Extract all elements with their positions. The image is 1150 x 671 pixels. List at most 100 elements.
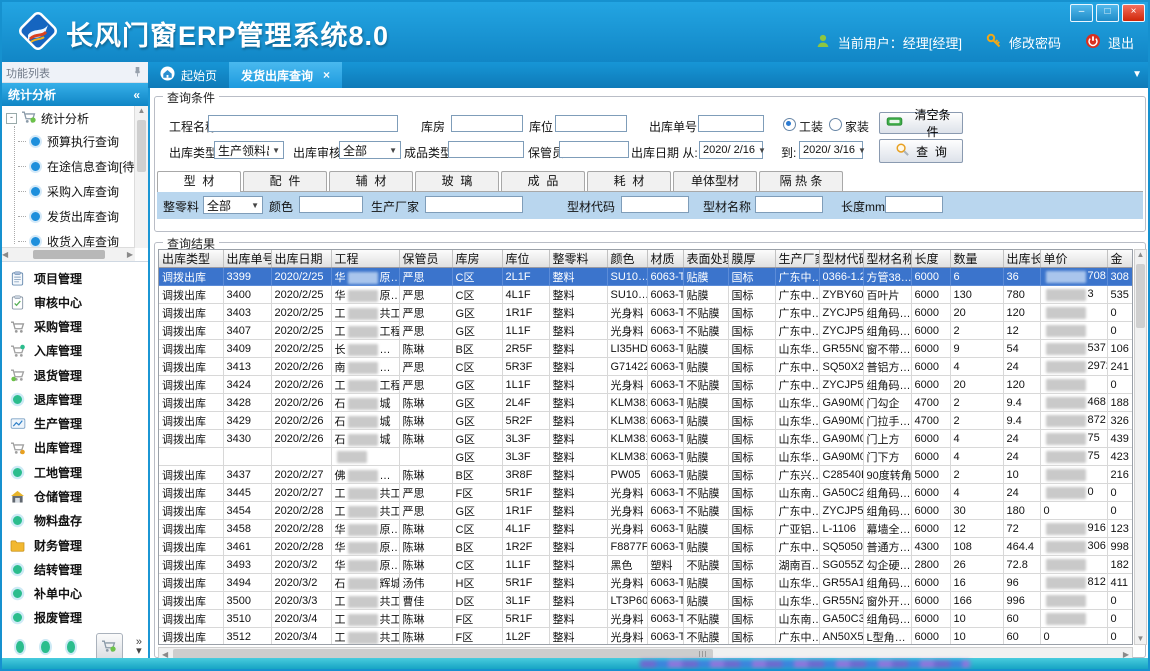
warehouse-input[interactable]: [451, 115, 523, 132]
table-row[interactable]: 调拨出库34372020/2/27佛…陈琳B区3R8F整料PW056063-T5…: [159, 466, 1133, 484]
order-no-input[interactable]: [698, 115, 764, 132]
sidebar-item[interactable]: 工地管理: [0, 461, 148, 483]
sidebar-item[interactable]: 出库管理: [0, 437, 148, 459]
radio-jiazhuang-label[interactable]: 家装: [845, 118, 869, 135]
sidebar-item[interactable]: 生产管理: [0, 413, 148, 435]
material-tab[interactable]: 耗 材: [587, 171, 671, 191]
column-header[interactable]: 数量: [950, 250, 1003, 268]
sidebar-item[interactable]: 入库管理: [0, 340, 148, 362]
grid-vertical-scrollbar[interactable]: ▲▼: [1134, 249, 1147, 645]
whole-part-combo[interactable]: 全部▼: [203, 196, 263, 214]
audit-combo[interactable]: 全部▼: [339, 141, 401, 159]
collapsed-item-dot-icon[interactable]: [39, 639, 51, 655]
table-row[interactable]: 调拨出库34612020/2/28华原…陈琳B区1R2F整料F8877FT606…: [159, 538, 1133, 556]
sidebar-item[interactable]: 物料盘存: [0, 510, 148, 532]
table-row[interactable]: 调拨出库34032020/2/25工共工程严思G区1R1F整料光身料6063-T…: [159, 304, 1133, 322]
table-row[interactable]: 调拨出库34302020/2/26石城陈琳G区3L3F整料KLM38176063…: [159, 430, 1133, 448]
table-row[interactable]: 调拨出库35002020/3/3工共工程曹佳D区3L1F整料LT3P606063…: [159, 592, 1133, 610]
change-password-link[interactable]: 修改密码: [1009, 33, 1061, 52]
collapsed-item-dot-icon[interactable]: [14, 639, 26, 655]
table-row[interactable]: 调拨出库34242020/2/26工工程严思G区1L1F整料光身料6063-T5…: [159, 376, 1133, 394]
sidebar-item[interactable]: 采购管理: [0, 316, 148, 338]
table-row[interactable]: 调拨出库34132020/2/26南…严思C区5R3F整料G714226063-…: [159, 358, 1133, 376]
color-input[interactable]: [299, 196, 363, 213]
column-header[interactable]: 膜厚: [728, 250, 775, 268]
column-header[interactable]: 型材代码: [819, 250, 863, 268]
table-row[interactable]: 调拨出库34072020/2/25工工程严思G区1L1F整料光身料6063-T5…: [159, 322, 1133, 340]
table-row[interactable]: 调拨出库34932020/3/2华原…陈琳C区1L1F整料黑色塑料不贴膜国标湖南…: [159, 556, 1133, 574]
column-header[interactable]: 颜色: [607, 250, 647, 268]
material-tab[interactable]: 成 品: [501, 171, 585, 191]
cart-tool-button[interactable]: [96, 633, 123, 661]
sidebar-item[interactable]: 退货管理: [0, 364, 148, 386]
tab-shipment-outbound-query[interactable]: 发货出库查询 ×: [229, 62, 342, 88]
sidebar-item[interactable]: 补单中心: [0, 583, 148, 605]
sidebar-item[interactable]: 结转管理: [0, 558, 148, 580]
radio-gongzhuang[interactable]: [783, 118, 796, 131]
table-row[interactable]: 调拨出库34092020/2/25长…陈琳B区2R5F整料LI35HD6063-…: [159, 340, 1133, 358]
column-header[interactable]: 单价: [1040, 250, 1107, 268]
material-tab[interactable]: 型 材: [157, 171, 241, 192]
column-header[interactable]: 生产厂家: [775, 250, 819, 268]
table-row[interactable]: 调拨出库35122020/3/4工共工程陈琳F区1L2F整料光身料6063-T5…: [159, 628, 1133, 646]
sidebar-item[interactable]: 仓储管理: [0, 486, 148, 508]
tree-item[interactable]: 在途信息查询[待: [0, 154, 135, 179]
tree-vertical-scrollbar[interactable]: ▲: [134, 106, 148, 248]
table-row[interactable]: 调拨出库34282020/2/26石城陈琳G区2L4F整料KLM38176063…: [159, 394, 1133, 412]
keeper-input[interactable]: [559, 141, 629, 158]
tree-item[interactable]: 采购入库查询: [0, 179, 135, 204]
column-header[interactable]: 金: [1107, 250, 1133, 268]
table-row[interactable]: 调拨出库34582020/2/28华原…陈琳C区4L1F整料光身料6063-T5…: [159, 520, 1133, 538]
collapse-icon[interactable]: «: [133, 88, 140, 102]
close-icon[interactable]: ×: [1122, 4, 1145, 22]
tree-item[interactable]: 发货出库查询: [0, 204, 135, 229]
sidebar-item[interactable]: 报废管理: [0, 607, 148, 629]
column-header[interactable]: 型材名称: [863, 250, 911, 268]
column-header[interactable]: 库房: [452, 250, 502, 268]
column-header[interactable]: 出库单号: [223, 250, 271, 268]
column-header[interactable]: 工程: [331, 250, 399, 268]
column-header[interactable]: 出库类型: [159, 250, 223, 268]
sidebar-item[interactable]: 项目管理: [0, 267, 148, 289]
minimize-icon[interactable]: –: [1070, 4, 1093, 22]
column-header[interactable]: 出库长度: [1003, 250, 1040, 268]
pin-icon[interactable]: [133, 66, 142, 80]
table-row[interactable]: 调拨出库34942020/3/2石辉城汤伟H区5R1F整料光身料6063-T5贴…: [159, 574, 1133, 592]
tree-item[interactable]: 预算执行查询: [0, 129, 135, 154]
material-tab[interactable]: 隔 热 条: [759, 171, 843, 191]
location-input[interactable]: [555, 115, 627, 132]
table-row[interactable]: 调拨出库34452020/2/27工共工程严思F区5R1F整料光身料6063-T…: [159, 484, 1133, 502]
tab-overflow-icon[interactable]: ▼: [1132, 69, 1142, 80]
factory-input[interactable]: [425, 196, 523, 213]
tab-close-icon[interactable]: ×: [323, 68, 330, 82]
tree-item[interactable]: 收货入库查询: [0, 229, 135, 248]
column-header[interactable]: 保管员: [399, 250, 452, 268]
material-tab[interactable]: 辅 材: [329, 171, 413, 191]
more-panels-button[interactable]: »▾: [136, 638, 142, 656]
column-header[interactable]: 表面处理: [683, 250, 728, 268]
section-header-statistics[interactable]: 统计分析 «: [0, 83, 148, 106]
column-header[interactable]: 库位: [502, 250, 549, 268]
column-header[interactable]: 长度: [911, 250, 950, 268]
collapsed-item-dot-icon[interactable]: [65, 639, 77, 655]
tree-expander-icon[interactable]: -: [6, 113, 17, 124]
project-name-input[interactable]: [208, 115, 398, 132]
logout-link[interactable]: 退出: [1108, 33, 1134, 52]
tree-horizontal-scrollbar[interactable]: ◀▶: [0, 247, 135, 261]
tree-root-item[interactable]: - 统计分析: [0, 106, 135, 129]
tab-home[interactable]: 起始页: [148, 62, 229, 88]
material-tab[interactable]: 配 件: [243, 171, 327, 191]
material-tab[interactable]: 玻 璃: [415, 171, 499, 191]
search-button[interactable]: 查 询: [879, 139, 963, 163]
radio-gongzhuang-label[interactable]: 工装: [799, 118, 823, 135]
date-from-picker[interactable]: 2020/ 2/16▼: [699, 141, 763, 159]
sidebar-item[interactable]: 审核中心: [0, 291, 148, 313]
table-row[interactable]: 调拨出库34292020/2/26石城陈琳G区5R2F整料KLM38176063…: [159, 412, 1133, 430]
material-tab[interactable]: 单体型材: [673, 171, 757, 191]
radio-jiazhuang[interactable]: [829, 118, 842, 131]
sidebar-item[interactable]: 退库管理: [0, 388, 148, 410]
product-type-input[interactable]: [448, 141, 524, 158]
table-row[interactable]: 调拨出库35102020/3/4工共工程陈琳F区5R1F整料光身料6063-T5…: [159, 610, 1133, 628]
table-row[interactable]: 调拨出库34002020/2/25华原…严思C区4L1F整料SU10…6063-…: [159, 286, 1133, 304]
date-to-picker[interactable]: 2020/ 3/16▼: [799, 141, 863, 159]
